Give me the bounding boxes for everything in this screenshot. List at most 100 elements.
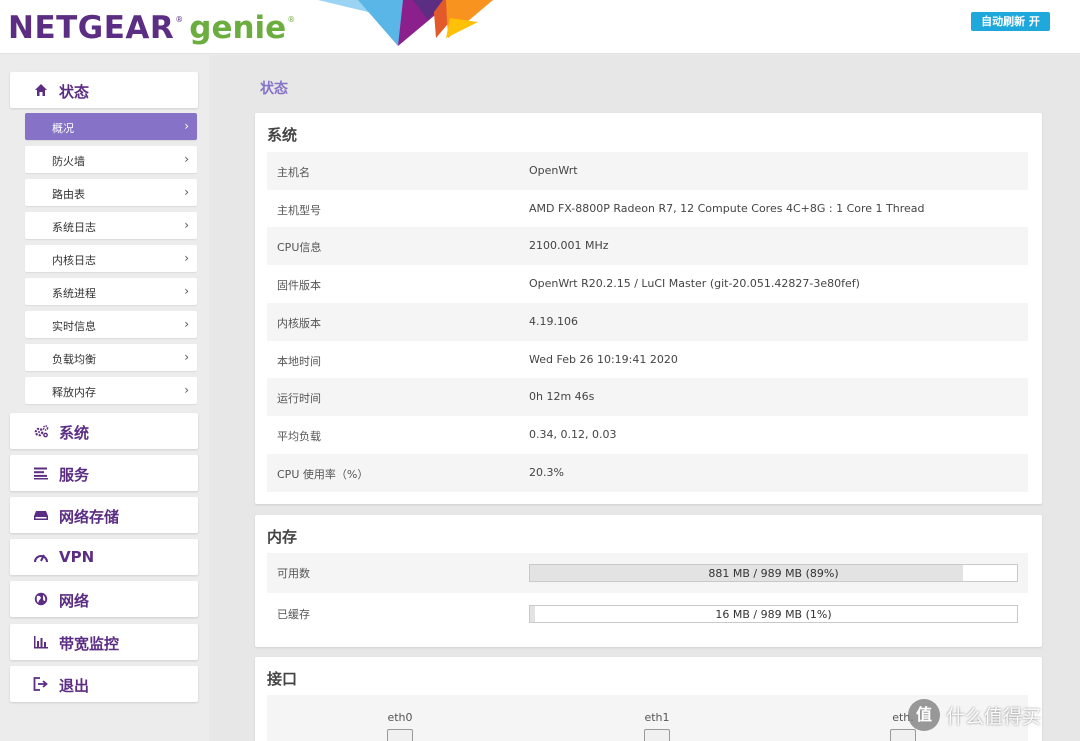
sidebar-subitem-label: 实时信息 <box>52 320 96 333</box>
sidebar-subitem[interactable]: 路由表 › <box>25 179 197 206</box>
row-value: 0h 12m 46s <box>529 390 595 404</box>
sidebar-item-label: 系统 <box>59 424 90 442</box>
sidebar-item-system[interactable]: 系统 <box>10 413 198 449</box>
table-row: 主机型号 AMD FX-8800P Radeon R7, 12 Compute C… <box>267 190 1028 228</box>
system-card: 系统 主机名 OpenWrt 主机型号 AMD FX-8800P Radeon R7,… <box>255 113 1042 504</box>
sidebar-subitem-label: 内核日志 <box>52 254 96 267</box>
logo-genie-text: genie <box>189 10 287 46</box>
sidebar-subitem-label: 释放内存 <box>52 386 96 399</box>
port-label: eth0 <box>387 711 413 724</box>
row-key: 本地时间 <box>277 354 321 368</box>
memory-card: 内存 可用数 881 MB / 989 MB (89%) 已缓存 16 MB / 98… <box>255 515 1042 647</box>
watermark-text: 什么值得买 <box>946 705 1042 728</box>
chevron-right-icon: › <box>184 218 189 232</box>
chevron-right-icon: › <box>184 317 189 331</box>
row-key: 固件版本 <box>277 279 321 293</box>
globe-icon <box>34 592 48 606</box>
top-header: NETGEAR ® genie ® 自动刷新 开 <box>0 0 1080 54</box>
progress-text: 881 MB / 989 MB (89%) <box>708 567 839 580</box>
sidebar-subitem[interactable]: 防火墙 › <box>25 146 197 173</box>
row-key: 内核版本 <box>277 316 321 330</box>
sidebar-item-label: 带宽监控 <box>59 635 120 653</box>
table-row: 主机名 OpenWrt <box>267 152 1028 190</box>
memory-row: 已缓存 16 MB / 989 MB (1%) <box>267 594 1028 634</box>
watermark: 值 什么值得买 <box>908 697 1041 733</box>
row-value: Wed Feb 26 10:19:41 2020 <box>529 352 678 366</box>
row-value: 2100.001 MHz <box>529 239 609 253</box>
ethernet-port-icon <box>644 729 670 741</box>
row-key: 运行时间 <box>277 392 321 406</box>
row-value: AMD FX-8800P Radeon R7, 12 Compute Cores… <box>529 201 925 215</box>
row-key: 主机名 <box>277 166 310 179</box>
interfaces-card-title: 接口 <box>267 670 298 688</box>
system-card-title: 系统 <box>267 126 298 144</box>
sidebar-item-label: VPN <box>59 548 95 566</box>
row-key: 平均负载 <box>277 429 321 443</box>
memory-progress-bar: 16 MB / 989 MB (1%) <box>529 605 1018 623</box>
sidebar-subitem[interactable]: 负载均衡 › <box>25 344 197 371</box>
logo-netgear-text: NETGEAR <box>8 10 175 46</box>
sidebar-subitem-label: 概况 <box>52 122 74 135</box>
sidebar-item-label: 服务 <box>59 466 90 484</box>
sidebar-subitem-label: 负载均衡 <box>52 353 96 366</box>
sidebar-subitem[interactable]: 概况 › <box>25 113 197 140</box>
chevron-right-icon: › <box>184 152 189 166</box>
sidebar-item-vpn[interactable]: VPN <box>10 539 198 575</box>
row-key: CPU 使用率（%） <box>277 467 369 481</box>
row-key: CPU信息 <box>277 241 322 255</box>
gauge-icon <box>34 554 48 563</box>
row-key: 可用数 <box>277 567 310 580</box>
row-value: 20.3% <box>529 465 564 479</box>
table-row: 运行时间 0h 12m 46s <box>267 378 1028 417</box>
page-title: 状态 <box>260 81 288 97</box>
sidebar-subitem[interactable]: 释放内存 › <box>25 377 197 404</box>
row-value: 0.34, 0.12, 0.03 <box>529 427 617 441</box>
bar-chart-icon <box>34 636 48 649</box>
logout-icon <box>33 677 48 691</box>
sidebar-subitem-label: 系统进程 <box>52 287 96 300</box>
row-key: 已缓存 <box>277 608 310 621</box>
chevron-right-icon: › <box>184 383 189 397</box>
memory-card-title: 内存 <box>267 528 298 546</box>
interface-port[interactable]: eth0 <box>380 711 420 741</box>
sidebar-subitem[interactable]: 系统日志 › <box>25 212 197 239</box>
watermark-logo: 值 <box>908 699 940 731</box>
sidebar-subitem-label: 防火墙 <box>52 155 85 168</box>
row-value: OpenWrt <box>529 164 578 177</box>
sidebar-subitem[interactable]: 内核日志 › <box>25 245 197 272</box>
sidebar-item-network[interactable]: 网络 <box>10 581 198 617</box>
sidebar-item-storage[interactable]: 网络存储 <box>10 497 198 533</box>
table-row: 固件版本 OpenWrt R20.2.15 / LuCI Master (git-… <box>267 265 1028 303</box>
netgear-genie-logo: NETGEAR ® genie ® <box>8 10 295 50</box>
sidebar-subitem-label: 路由表 <box>52 188 85 201</box>
sidebar-subitem[interactable]: 系统进程 › <box>25 278 197 305</box>
row-key: 主机型号 <box>277 203 321 217</box>
chevron-right-icon: › <box>184 119 189 133</box>
memory-progress-bar: 881 MB / 989 MB (89%) <box>529 564 1018 582</box>
table-row: 平均负载 0.34, 0.12, 0.03 <box>267 416 1028 454</box>
table-row: 内核版本 4.19.106 <box>267 302 1028 341</box>
auto-refresh-button[interactable]: 自动刷新 开 <box>971 12 1050 31</box>
logo-registered-mark-2: ® <box>287 15 296 24</box>
table-row: CPU信息 2100.001 MHz <box>267 227 1028 266</box>
sidebar-item-label: 网络存储 <box>59 508 120 526</box>
ethernet-port-icon <box>387 729 413 741</box>
chevron-right-icon: › <box>184 251 189 265</box>
home-icon <box>35 84 47 96</box>
chevron-right-icon: › <box>184 185 189 199</box>
sidebar-item-status[interactable]: 状态 <box>10 72 198 108</box>
progress-text: 16 MB / 989 MB (1%) <box>715 608 832 621</box>
sidebar-item-services[interactable]: 服务 <box>10 455 198 491</box>
list-icon <box>34 467 48 480</box>
logo-registered-mark: ® <box>175 15 184 24</box>
chevron-right-icon: › <box>184 284 189 298</box>
sidebar-subitem[interactable]: 实时信息 › <box>25 311 197 338</box>
sidebar-item-bandwidth[interactable]: 带宽监控 <box>10 624 198 660</box>
sidebar-item-label: 退出 <box>59 677 90 695</box>
interface-port[interactable]: eth1 <box>637 711 677 741</box>
sidebar-item-logout[interactable]: 退出 <box>10 666 198 702</box>
gears-icon <box>34 425 49 438</box>
port-label: eth1 <box>644 711 670 724</box>
sidebar-item-label: 网络 <box>59 592 90 610</box>
table-row: 本地时间 Wed Feb 26 10:19:41 2020 <box>267 341 1028 379</box>
